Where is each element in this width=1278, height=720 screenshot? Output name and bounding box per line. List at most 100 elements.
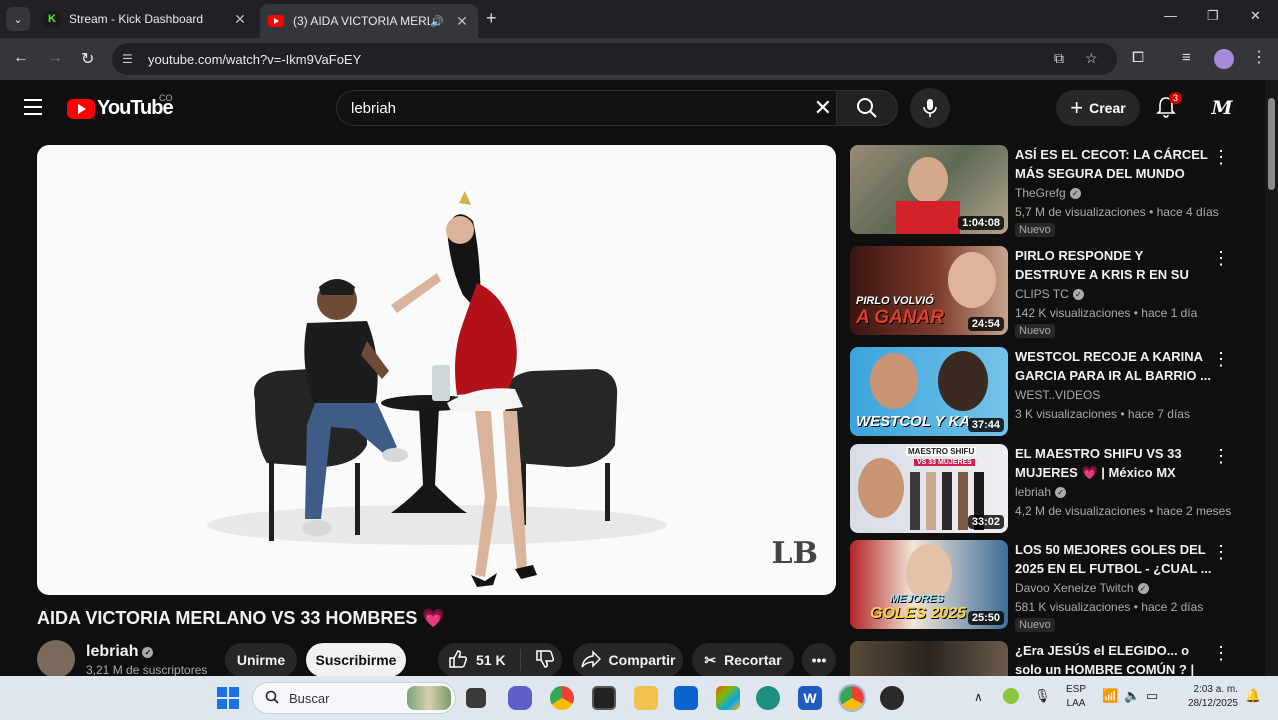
start-windows-icon[interactable] <box>216 686 240 710</box>
related-video-item[interactable]: ¿Era JESÚS el ELEGIDO... o solo un HOMBR… <box>850 641 1240 676</box>
video-thumbnail[interactable]: MAESTRO SHIFU VS 33 MUJERES 33:02 <box>850 444 1008 533</box>
more-dots-icon: ••• <box>811 652 827 668</box>
channel-name-wrap[interactable]: lebriah ✓ <box>86 643 154 661</box>
kick-icon: K <box>44 11 60 27</box>
browser-profile-avatar[interactable] <box>1214 49 1234 69</box>
more-vert-icon[interactable]: ⋮ <box>1212 147 1230 168</box>
minimize-icon[interactable]: — <box>1164 8 1177 23</box>
copilot-icon[interactable] <box>716 686 740 710</box>
like-thumb-icon[interactable] <box>448 649 468 672</box>
site-info-icon[interactable]: ☰ <box>122 52 140 66</box>
voice-search-button[interactable] <box>910 88 950 128</box>
battery-icon[interactable]: ▭ <box>1146 688 1158 704</box>
more-actions-button[interactable]: ••• <box>802 643 836 677</box>
notification-bell-icon[interactable]: 🔔 <box>1245 688 1261 704</box>
video-player[interactable]: LB <box>37 145 836 595</box>
edge-icon[interactable] <box>756 686 780 710</box>
related-video-meta: 142 K visualizaciones • hace 1 día <box>1015 306 1198 320</box>
video-thumbnail[interactable] <box>850 641 1008 676</box>
browser-menu-icon[interactable]: ⋮ <box>1251 47 1267 67</box>
related-video-title: WESTCOL RECOJE A KARINA GARCIA PARA IR A… <box>1015 349 1211 383</box>
channel-avatar[interactable] <box>37 640 75 678</box>
bookmark-star-icon[interactable]: ☆ <box>1085 50 1098 67</box>
more-vert-icon[interactable]: ⋮ <box>1212 643 1230 664</box>
browser-tab-youtube[interactable]: (3) AIDA VICTORIA MERLANO VS 33 HOMBRES … <box>260 4 478 38</box>
new-tab-plus-icon[interactable]: + <box>486 8 497 29</box>
new-badge: Nuevo <box>1015 618 1055 632</box>
video-thumbnail[interactable]: PIRLO VOLVIÓ A GANAR 24:54 <box>850 246 1008 335</box>
back-arrow-icon[interactable]: ← <box>13 49 29 67</box>
duration-badge: 25:50 <box>967 611 1004 625</box>
language-indicator[interactable]: ESP LAA <box>1062 684 1090 709</box>
video-thumbnail[interactable]: 1:04:08 <box>850 145 1008 234</box>
restore-icon[interactable]: ❐ <box>1207 8 1219 24</box>
scissors-icon: ✂ <box>704 651 717 668</box>
notifications-button[interactable]: 3 <box>1156 92 1183 123</box>
page-scrollbar[interactable] <box>1265 80 1278 676</box>
clear-search-icon[interactable]: ✕ <box>814 95 832 121</box>
subscriber-count: 3,21 M de suscriptores <box>86 663 208 677</box>
forward-arrow-icon[interactable]: → <box>47 49 63 67</box>
tray-app-icon[interactable] <box>1003 688 1019 704</box>
related-video-channel: lebriah ✓ <box>1015 485 1067 499</box>
video-frame <box>207 191 667 587</box>
teams-chat-icon[interactable] <box>508 686 532 710</box>
more-vert-icon[interactable]: ⋮ <box>1212 542 1230 563</box>
file-explorer-icon[interactable] <box>634 686 658 710</box>
create-button[interactable]: + Crear <box>1056 90 1140 126</box>
more-vert-icon[interactable]: ⋮ <box>1212 349 1230 370</box>
related-video-item[interactable]: PIRLO VOLVIÓ A GANAR 24:54 PIRLO RESPOND… <box>850 246 1240 338</box>
extensions-puzzle-icon[interactable]: ⧠ <box>1132 49 1144 66</box>
volume-icon[interactable]: 🔈 <box>1124 688 1140 704</box>
app-icon[interactable] <box>592 686 616 710</box>
browser-tab-kick[interactable]: K Stream - Kick Dashboard ✕ <box>36 4 256 34</box>
show-hidden-icons-chevron-icon[interactable]: ∧ <box>974 690 983 704</box>
related-video-item[interactable]: MAESTRO SHIFU VS 33 MUJERES 33:02 EL MAE… <box>850 444 1240 534</box>
search-input[interactable] <box>351 99 791 117</box>
tab-title: Stream - Kick Dashboard <box>69 12 204 26</box>
join-button[interactable]: Unirme <box>225 643 297 677</box>
window-close-icon[interactable]: ✕ <box>1250 8 1261 24</box>
wifi-icon[interactable]: 📶 <box>1102 688 1118 704</box>
browser-tab-strip: ⌄ K Stream - Kick Dashboard ✕ (3) AIDA V… <box>0 0 1278 38</box>
related-video-item[interactable]: MEJORES GOLES 2025 25:50 LOS 50 MEJORES … <box>850 540 1240 632</box>
tray-microphone-icon[interactable]: 🎙 <box>1034 688 1051 704</box>
video-thumbnail[interactable]: MEJORES GOLES 2025 25:50 <box>850 540 1008 629</box>
related-video-meta: 3 K visualizaciones • hace 7 días <box>1015 407 1190 421</box>
related-video-item[interactable]: WESTCOL Y KA 37:44 WESTCOL RECOJE A KARI… <box>850 347 1240 437</box>
media-control-icon[interactable]: ≡ <box>1182 49 1191 66</box>
word-icon[interactable]: W <box>798 686 822 710</box>
youtube-logo[interactable]: YouTube CO <box>67 93 174 120</box>
close-tab-icon[interactable]: ✕ <box>454 13 470 30</box>
related-video-title: ¿Era JESÚS el ELEGIDO... o solo un HOMBR… <box>1015 643 1195 676</box>
country-code: CO <box>159 93 173 103</box>
subscribe-button[interactable]: Suscribirme <box>306 643 406 677</box>
close-tab-icon[interactable]: ✕ <box>232 11 248 28</box>
reload-icon[interactable]: ↻ <box>81 49 94 69</box>
related-video-item[interactable]: 1:04:08 ASÍ ES EL CECOT: LA CÁRCEL MÁS S… <box>850 145 1240 237</box>
scrollbar-thumb[interactable] <box>1268 98 1275 190</box>
tab-search-chevron-icon[interactable]: ⌄ <box>6 7 30 31</box>
menu-hamburger-icon[interactable] <box>24 99 42 120</box>
share-button[interactable]: Compartir <box>573 643 683 677</box>
account-avatar[interactable]: M <box>1208 94 1236 122</box>
more-vert-icon[interactable]: ⋮ <box>1212 446 1230 467</box>
speaker-icon[interactable]: 🔊 <box>430 15 444 28</box>
dislike-thumb-icon[interactable] <box>535 649 555 672</box>
channel-watermark-logo[interactable]: LB <box>772 536 818 571</box>
install-app-icon[interactable]: ⧉ <box>1054 50 1064 67</box>
related-video-channel: Davoo Xeneize Twitch ✓ <box>1015 581 1149 595</box>
more-vert-icon[interactable]: ⋮ <box>1212 248 1230 269</box>
microsoft-store-icon[interactable] <box>674 686 698 710</box>
video-thumbnail[interactable]: WESTCOL Y KA 37:44 <box>850 347 1008 436</box>
obs-icon[interactable] <box>880 686 904 710</box>
clock[interactable]: 2:03 a. m. 28/12/2025 <box>1174 684 1238 709</box>
related-video-title: LOS 50 MEJORES GOLES DEL 2025 EN EL FUTB… <box>1015 542 1212 576</box>
chrome-active-icon[interactable] <box>838 684 866 712</box>
search-button[interactable] <box>836 90 898 126</box>
clip-button[interactable]: ✂ Recortar <box>692 643 794 677</box>
task-view-icon[interactable] <box>466 688 486 708</box>
taskbar-search-box[interactable]: Buscar <box>252 682 456 714</box>
address-bar[interactable]: ☰ youtube.com/watch?v=-Ikm9VaFoEY ⧉ ☆ <box>112 43 1117 75</box>
chrome-icon[interactable] <box>550 686 574 710</box>
